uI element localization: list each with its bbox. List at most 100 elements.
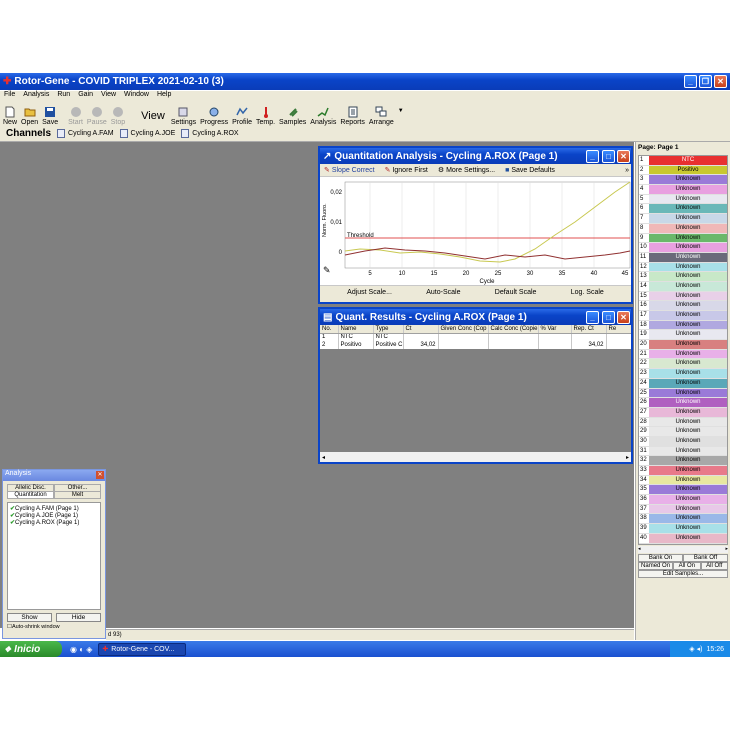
sample-row[interactable]: 16 Unknown [639,301,727,311]
open-button[interactable]: Open [21,98,38,126]
all-on-button[interactable]: All On [673,561,701,570]
arrange-button[interactable]: Arrange [369,98,394,126]
sample-row[interactable]: 15 Unknown [639,291,727,302]
sample-row[interactable]: 25 Unknown [639,388,727,399]
tab-allelic-disc[interactable]: Allelic Disc. [7,484,54,491]
sample-row[interactable]: 17 Unknown [639,311,727,321]
sample-row[interactable]: 11 Unknown [639,252,727,263]
results-close-button[interactable]: ✕ [617,311,630,324]
sample-row[interactable]: 37 Unknown [639,504,727,515]
minimize-button[interactable]: _ [684,75,697,88]
analysis-panel-close-icon[interactable]: ✕ [96,471,104,479]
sample-row[interactable]: 34 Unknown [639,475,727,486]
tab-cycling-fam[interactable]: Cycling A.FAM [57,129,114,138]
sample-row[interactable]: 18 Unknown [639,320,727,331]
tray-icons[interactable]: ◈ ◂) [689,645,702,653]
sample-row[interactable]: 7 Unknown [639,214,727,224]
menu-help[interactable]: Help [157,91,171,101]
sample-row[interactable]: 4 Unknown [639,185,727,195]
sample-row[interactable]: 12 Unknown [639,262,727,273]
quant-close-button[interactable]: ✕ [617,150,630,163]
col-name[interactable]: Name [338,325,374,334]
sample-row[interactable]: 35 Unknown [639,485,727,496]
sample-hscrollbar[interactable]: ◂ ▸ [638,545,728,553]
col-re[interactable]: Re [606,325,631,334]
all-off-button[interactable]: All Off [700,561,728,570]
sample-row[interactable]: 13 Unknown [639,272,727,282]
pause-button[interactable]: Pause [87,98,107,126]
bank-on-button[interactable]: Bank On [638,553,683,562]
table-row[interactable]: 2 Positivo Positive C 34,02 34,02 [320,341,631,349]
start-button[interactable]: Start [68,98,83,126]
autoshrink-option[interactable]: ☐Auto-shrink window [3,622,105,632]
more-settings-button[interactable]: ⚙ More Settings... [438,166,495,174]
profile-button[interactable]: Profile [232,98,252,126]
scroll-right-icon[interactable]: ▸ [725,546,728,553]
results-minimize-button[interactable]: _ [586,311,599,324]
samples-button[interactable]: Samples [279,98,306,126]
restore-button[interactable]: ❐ [699,75,712,88]
hide-button[interactable]: Hide [56,613,101,622]
stop-button[interactable]: Stop [111,98,125,126]
sample-row[interactable]: 9 Unknown [639,233,727,244]
sample-row[interactable]: 19 Unknown [639,330,727,341]
col-var[interactable]: % Var [538,325,572,334]
sample-row[interactable]: 29 Unknown [639,427,727,437]
list-item[interactable]: ✔Cycling A.FAM (Page 1) [10,505,98,512]
progress-button[interactable]: Progress [200,98,228,126]
sample-row[interactable]: 31 Unknown [639,446,727,457]
new-button[interactable]: New [3,98,17,126]
scroll-right-icon[interactable]: » [625,167,629,174]
save-button[interactable]: Save [42,98,58,126]
sample-row[interactable]: 10 Unknown [639,243,727,253]
menu-window[interactable]: Window [124,91,149,101]
sample-row[interactable]: 20 Unknown [639,340,727,350]
scroll-left-icon[interactable]: ◂ [638,546,641,553]
settings-button[interactable]: Settings [171,98,196,126]
slope-correct-toggle[interactable]: ✎ Slope Correct [324,166,375,174]
temp-button[interactable]: Temp. [256,98,275,126]
sample-row[interactable]: 14 Unknown [639,281,727,292]
sample-row[interactable]: 30 Unknown [639,436,727,447]
list-item[interactable]: ✔Cycling A.ROX (Page 1) [10,519,98,526]
sample-row[interactable]: 27 Unknown [639,407,727,418]
log-scale-button[interactable]: Log. Scale [571,289,604,296]
sample-row[interactable]: 39 Unknown [639,524,727,534]
sample-row[interactable]: 36 Unknown [639,495,727,505]
bank-off-button[interactable]: Bank Off [683,553,728,562]
close-button[interactable]: ✕ [714,75,727,88]
sample-row[interactable]: 8 Unknown [639,223,727,234]
sample-row[interactable]: 6 Unknown [639,204,727,215]
quant-maximize-button[interactable]: □ [602,150,615,163]
analysis-button[interactable]: Analysis [310,98,336,126]
tab-cycling-joe[interactable]: Cycling A.JOE [119,129,175,138]
tab-other[interactable]: Other... [54,484,101,491]
sample-row[interactable]: 24 Unknown [639,378,727,389]
quant-minimize-button[interactable]: _ [586,150,599,163]
threshold-tool-icon[interactable]: ✎ [323,265,331,275]
tab-quantitation[interactable]: Quantitation [7,491,54,499]
tab-melt[interactable]: Melt [54,491,101,499]
sample-row[interactable]: 28 Unknown [639,417,727,428]
sample-row[interactable]: 3 Unknown [639,175,727,186]
sample-row[interactable]: 2 Positivo [639,165,727,176]
sample-row[interactable]: 5 Unknown [639,194,727,205]
col-given-conc[interactable]: Given Conc (Cop [438,325,489,334]
col-no[interactable]: No. [320,325,339,334]
scroll-left-icon[interactable]: ◂ [322,454,325,461]
default-scale-button[interactable]: Default Scale [495,289,537,296]
tab-cycling-rox[interactable]: Cycling A.ROX [181,129,239,138]
taskbar-task-rotorgene[interactable]: ✚ Rotor-Gene - COV... [98,642,187,656]
col-ct[interactable]: Ct [403,325,439,334]
sample-row[interactable]: 22 Unknown [639,359,727,370]
save-defaults-button[interactable]: ■ Save Defaults [505,167,555,174]
sample-row[interactable]: 38 Unknown [639,514,727,525]
sample-row[interactable]: 33 Unknown [639,466,727,476]
sample-row[interactable]: 23 Unknown [639,369,727,379]
ignore-first-toggle[interactable]: ✎ Ignore First [385,166,428,174]
scroll-right-arrow-icon[interactable]: ▸ [626,454,629,461]
col-calc-conc[interactable]: Calc Conc (Copie [488,325,539,334]
edit-samples-button[interactable]: Edit Samples... [638,569,728,578]
sample-row[interactable]: 32 Unknown [639,456,727,466]
sample-row[interactable]: 21 Unknown [639,349,727,360]
